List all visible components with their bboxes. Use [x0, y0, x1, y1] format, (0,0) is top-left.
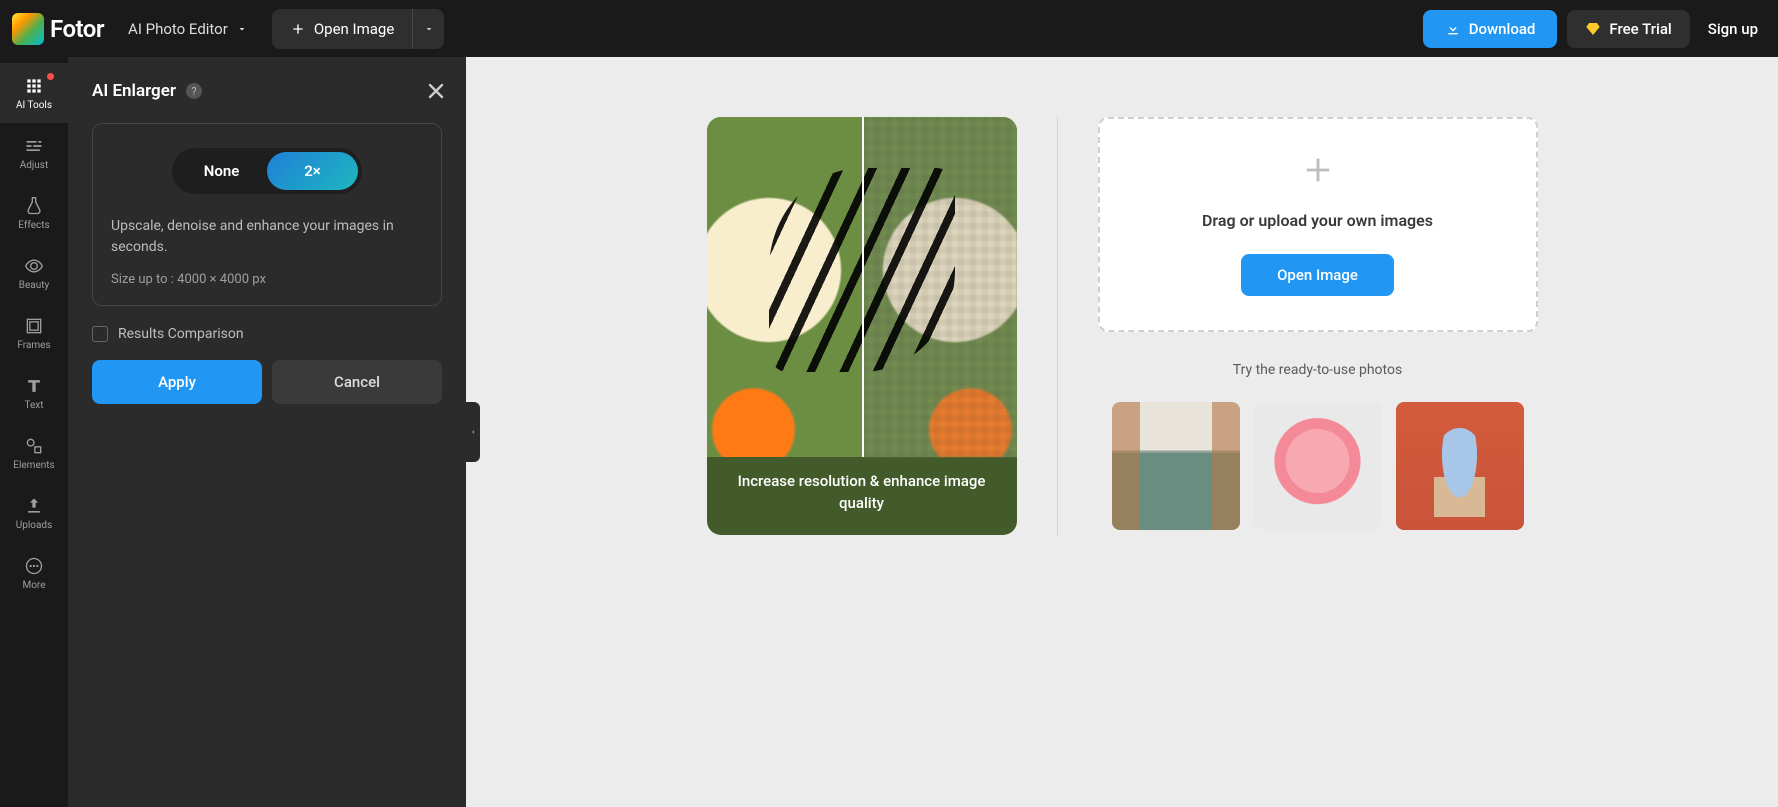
chevron-left-icon [469, 426, 477, 438]
rail-label: Beauty [19, 280, 50, 291]
notification-dot-icon [47, 73, 54, 80]
cancel-button[interactable]: Cancel [272, 360, 442, 404]
chevron-down-icon [423, 23, 435, 35]
download-label: Download [1469, 20, 1536, 38]
eye-icon [24, 256, 44, 276]
rail-effects[interactable]: Effects [0, 183, 68, 243]
rail-label: More [22, 580, 45, 591]
rail-label: Effects [18, 220, 49, 231]
rail-label: Frames [17, 340, 50, 351]
rail-ai-tools[interactable]: AI Tools [0, 63, 68, 123]
rail-beauty[interactable]: Beauty [0, 243, 68, 303]
editor-mode-label: AI Photo Editor [128, 20, 228, 38]
shapes-icon [24, 436, 44, 456]
left-rail: AI Tools Adjust Effects Beauty Frames Te… [0, 57, 68, 807]
enlarger-card: None 2× Upscale, denoise and enhance you… [92, 123, 442, 306]
demo-comparison-image [707, 117, 1017, 457]
open-image-dropdown[interactable] [412, 9, 444, 49]
open-image-button[interactable]: Open Image [272, 9, 412, 49]
top-actions: Download Free Trial Sign up [1423, 10, 1766, 48]
sample-thumb-3[interactable] [1396, 402, 1524, 530]
sample-thumb-1[interactable] [1112, 402, 1240, 530]
editor-mode-dropdown[interactable]: AI Photo Editor [128, 20, 248, 38]
enlarger-description: Upscale, denoise and enhance your images… [111, 216, 423, 258]
upload-dropzone[interactable]: Drag or upload your own images Open Imag… [1098, 117, 1538, 332]
plus-icon [1301, 153, 1335, 187]
dropzone-text: Drag or upload your own images [1202, 211, 1433, 230]
scale-option-none[interactable]: None [176, 152, 267, 190]
canvas-area: Increase resolution & enhance image qual… [466, 57, 1778, 807]
rail-elements[interactable]: Elements [0, 423, 68, 483]
scale-option-2x[interactable]: 2× [267, 152, 358, 190]
rail-label: Text [24, 400, 43, 411]
rail-frames[interactable]: Frames [0, 303, 68, 363]
apply-button[interactable]: Apply [92, 360, 262, 404]
scale-segmented-control: None 2× [172, 148, 362, 194]
rail-label: Adjust [20, 160, 49, 171]
close-icon [424, 79, 448, 103]
panel-close-button[interactable] [424, 79, 448, 103]
help-icon[interactable]: ? [186, 83, 202, 99]
rail-text[interactable]: Text [0, 363, 68, 423]
side-panel: AI Enlarger ? None 2× Upscale, denoise a… [68, 57, 466, 807]
panel-collapse-handle[interactable] [466, 402, 480, 462]
download-icon [1445, 21, 1461, 37]
open-image-button[interactable]: Open Image [1241, 254, 1394, 296]
free-trial-button[interactable]: Free Trial [1567, 10, 1689, 48]
text-icon [24, 376, 44, 396]
vertical-divider [1057, 117, 1058, 537]
brand-logo[interactable]: Fotor [12, 13, 104, 45]
size-hint: Size up to : 4000 × 4000 px [111, 272, 423, 287]
rail-uploads[interactable]: Uploads [0, 483, 68, 543]
open-image-label: Open Image [314, 20, 394, 38]
more-icon [24, 556, 44, 576]
panel-title: AI Enlarger [92, 81, 176, 101]
brand-name: Fotor [50, 15, 104, 43]
try-photos-label: Try the ready-to-use photos [1233, 362, 1402, 378]
results-comparison-checkbox[interactable]: Results Comparison [92, 326, 442, 342]
rail-label: Uploads [16, 520, 52, 531]
demo-card[interactable]: Increase resolution & enhance image qual… [707, 117, 1017, 535]
top-bar: Fotor AI Photo Editor Open Image Downloa… [0, 0, 1778, 57]
rail-more[interactable]: More [0, 543, 68, 603]
sign-up-link[interactable]: Sign up [1700, 20, 1766, 38]
demo-caption: Increase resolution & enhance image qual… [707, 457, 1017, 535]
sample-thumb-2[interactable] [1254, 402, 1382, 530]
sliders-icon [24, 136, 44, 156]
chevron-down-icon [236, 23, 248, 35]
free-trial-label: Free Trial [1609, 20, 1671, 38]
checkbox-icon [92, 326, 108, 342]
flask-icon [24, 196, 44, 216]
sparkle-grid-icon [24, 76, 44, 96]
open-image-group: Open Image [272, 9, 444, 49]
sample-thumbnails [1112, 402, 1524, 530]
plus-icon [290, 21, 306, 37]
rail-adjust[interactable]: Adjust [0, 123, 68, 183]
download-button[interactable]: Download [1423, 10, 1558, 48]
frame-icon [24, 316, 44, 336]
rail-label: AI Tools [16, 100, 52, 111]
diamond-icon [1585, 21, 1601, 37]
rail-label: Elements [13, 460, 54, 471]
upload-icon [24, 496, 44, 516]
checkbox-label: Results Comparison [118, 326, 244, 342]
logo-mark-icon [12, 13, 44, 45]
